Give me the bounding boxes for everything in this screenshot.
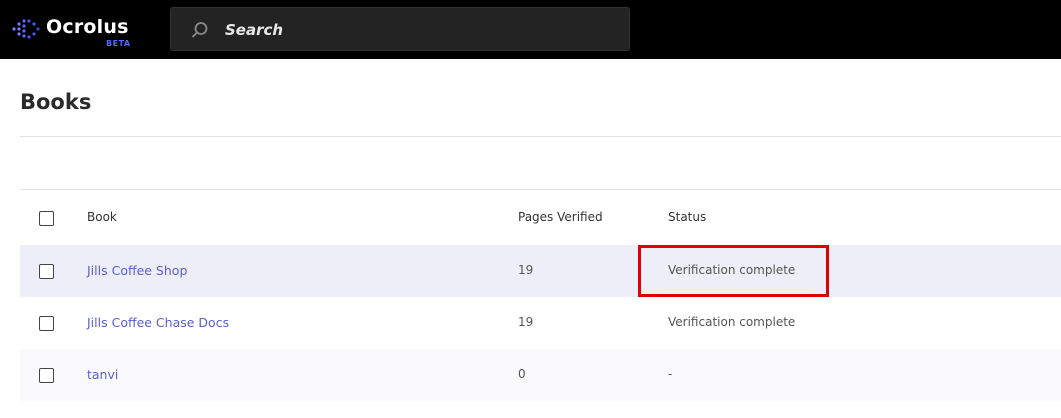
table-header-row: Book Pages Verified Status: [20, 190, 1061, 245]
logo-wordmark: Ocrolus: [46, 16, 129, 38]
column-header-book[interactable]: Book: [87, 210, 117, 224]
page-title: Books: [20, 90, 92, 114]
highlight-annotation-box: [638, 245, 829, 297]
search-input[interactable]: [225, 16, 615, 44]
table-row[interactable]: Jills Coffee Shop 19 Verification comple…: [20, 245, 1061, 297]
column-header-pages-verified[interactable]: Pages Verified: [518, 210, 603, 224]
select-all-checkbox[interactable]: [39, 211, 54, 226]
search-icon: [192, 22, 208, 38]
books-table: Book Pages Verified Status Jills Coffee …: [20, 190, 1061, 401]
book-link[interactable]: Jills Coffee Shop: [87, 263, 187, 278]
book-link[interactable]: Jills Coffee Chase Docs: [87, 315, 229, 330]
logo-dots-icon: [12, 19, 40, 39]
row-checkbox[interactable]: [39, 368, 54, 383]
pages-verified-value: 19: [518, 315, 534, 329]
book-link[interactable]: tanvi: [87, 367, 118, 382]
table-row[interactable]: Jills Coffee Chase Docs 19 Verification …: [20, 297, 1061, 349]
ocrolus-logo[interactable]: Ocrolus BETA: [12, 14, 142, 50]
title-divider: [20, 136, 1061, 137]
status-value: Verification complete: [668, 315, 796, 329]
row-checkbox[interactable]: [39, 264, 54, 279]
status-value: -: [668, 367, 673, 381]
row-checkbox[interactable]: [39, 316, 54, 331]
column-header-status[interactable]: Status: [668, 210, 706, 224]
beta-badge: BETA: [106, 39, 131, 48]
top-navigation-bar: Ocrolus BETA: [0, 0, 1061, 59]
pages-verified-value: 19: [518, 263, 534, 277]
pages-verified-value: 0: [518, 367, 526, 381]
table-row[interactable]: tanvi 0 -: [20, 349, 1061, 401]
search-bar[interactable]: [170, 7, 630, 51]
